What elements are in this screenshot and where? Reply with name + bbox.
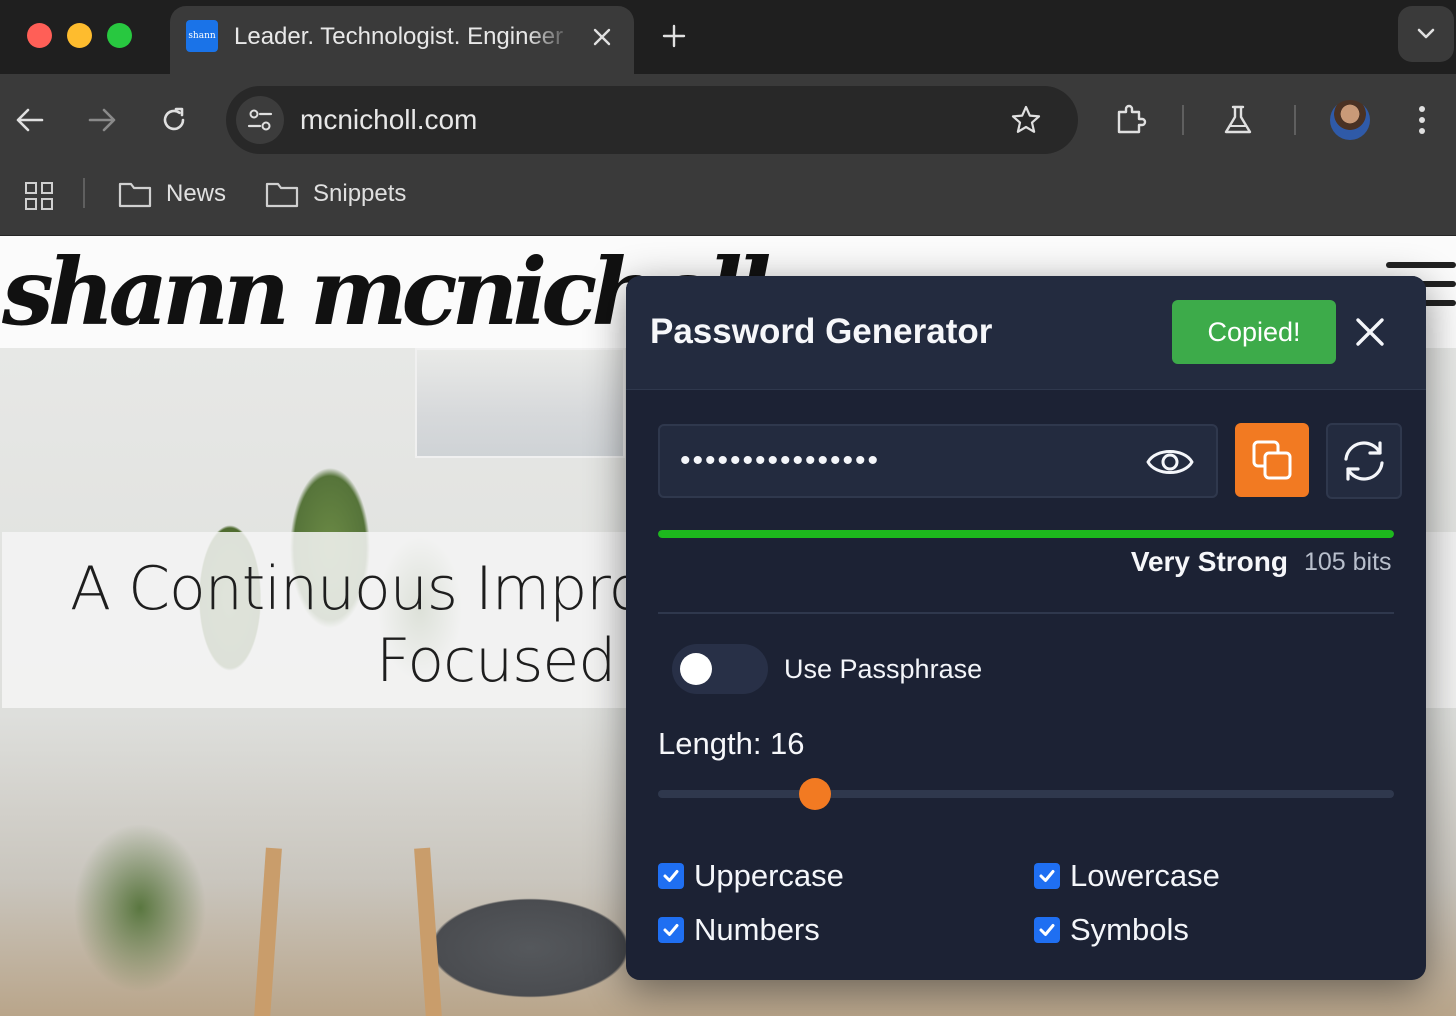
close-icon (1356, 318, 1384, 346)
tab-close-button[interactable] (584, 19, 620, 55)
hero-heading-line1: A Continuous Improve (70, 554, 716, 624)
numbers-checkbox[interactable] (658, 917, 684, 943)
regenerate-password-button[interactable] (1326, 423, 1402, 499)
plus-icon (662, 24, 686, 48)
site-favicon-icon: shann (186, 20, 218, 52)
eye-icon (1146, 450, 1194, 474)
bookmark-star-button[interactable] (1006, 100, 1046, 140)
more-vertical-icon (1419, 106, 1425, 134)
wall-painting (415, 348, 625, 458)
popup-header: Password Generator Copied! (626, 276, 1426, 390)
window-maximize-button[interactable] (107, 23, 132, 48)
folder-icon (265, 182, 299, 208)
length-slider[interactable] (658, 790, 1394, 798)
toolbar-separator (1182, 105, 1184, 135)
strength-meter (658, 530, 1394, 538)
toggle-visibility-button[interactable] (1146, 442, 1194, 482)
arrow-left-icon (16, 108, 44, 132)
tab-search-button[interactable] (1398, 6, 1454, 62)
labs-button[interactable] (1214, 96, 1262, 144)
site-info-button[interactable] (236, 96, 284, 144)
chevron-down-icon (1417, 28, 1435, 39)
browser-tab-active[interactable]: shann Leader. Technologist. Engineer (170, 6, 634, 74)
length-label: Length: 16 (658, 726, 805, 761)
copied-button[interactable]: Copied! (1172, 300, 1336, 364)
lowercase-checkbox[interactable] (1034, 863, 1060, 889)
new-tab-button[interactable] (654, 16, 694, 56)
table-leg (254, 847, 282, 1016)
section-divider (658, 612, 1394, 614)
passphrase-toggle[interactable] (672, 644, 768, 694)
copy-icon (1252, 440, 1292, 480)
puzzle-icon (1117, 104, 1147, 134)
folder-icon (118, 182, 152, 208)
option-uppercase[interactable]: Uppercase (658, 858, 844, 894)
length-slider-thumb[interactable] (798, 778, 831, 810)
check-icon (1039, 924, 1055, 936)
tune-icon (247, 109, 273, 131)
star-icon (1011, 105, 1041, 133)
option-label: Lowercase (1070, 858, 1220, 893)
toolbar-separator (1294, 105, 1296, 135)
tab-strip: shann Leader. Technologist. Engineer (0, 0, 1456, 74)
bookmark-label: News (166, 180, 227, 207)
window-minimize-button[interactable] (67, 23, 92, 48)
back-button[interactable] (6, 96, 54, 144)
check-icon (1039, 870, 1055, 882)
copy-password-button[interactable] (1235, 423, 1309, 497)
browser-menu-button[interactable] (1398, 96, 1446, 144)
apps-button[interactable] (22, 179, 56, 213)
bookmarks-bar: News Snippets (0, 166, 1456, 236)
entropy-bits: 105 bits (1304, 548, 1392, 576)
strength-meter-fill (658, 530, 1394, 538)
option-label: Numbers (694, 912, 820, 947)
bookmark-label: Snippets (313, 180, 407, 207)
option-label: Symbols (1070, 912, 1189, 947)
toggle-knob (680, 653, 712, 685)
tab-title: Leader. Technologist. Engineer (234, 23, 564, 50)
browser-toolbar: mcnicholl.com (0, 74, 1456, 166)
popup-close-button[interactable] (1350, 312, 1390, 352)
check-icon (663, 924, 679, 936)
arrow-right-icon (88, 108, 116, 132)
symbols-checkbox[interactable] (1034, 917, 1060, 943)
forward-button[interactable] (78, 96, 126, 144)
password-generator-popup: Password Generator Copied! •••••••••••••… (626, 276, 1426, 980)
address-bar[interactable]: mcnicholl.com (226, 86, 1078, 154)
option-numbers[interactable]: Numbers (658, 912, 820, 948)
option-symbols[interactable]: Symbols (1034, 912, 1189, 948)
reload-button[interactable] (150, 96, 198, 144)
table-leg (414, 847, 442, 1016)
bookmark-folder-snippets[interactable]: Snippets (265, 174, 406, 214)
passphrase-label: Use Passphrase (784, 654, 983, 684)
uppercase-checkbox[interactable] (658, 863, 684, 889)
window-close-button[interactable] (27, 23, 52, 48)
reload-icon (163, 107, 185, 131)
flask-icon (1224, 105, 1252, 134)
bookmarks-separator (83, 178, 85, 208)
profile-avatar[interactable] (1330, 100, 1370, 140)
bookmark-folder-news[interactable]: News (118, 174, 226, 214)
apps-grid-icon (25, 182, 53, 210)
password-masked-value: •••••••••••••••• (680, 444, 881, 477)
password-output-field[interactable]: •••••••••••••••• (658, 424, 1218, 498)
strength-label: Very Strong (1130, 546, 1288, 577)
extensions-button[interactable] (1107, 96, 1155, 144)
check-icon (663, 870, 679, 882)
url-text[interactable]: mcnicholl.com (300, 102, 477, 138)
option-lowercase[interactable]: Lowercase (1034, 858, 1220, 894)
close-icon (593, 28, 611, 46)
popup-title: Password Generator (650, 312, 993, 351)
option-label: Uppercase (694, 858, 844, 893)
refresh-icon (1344, 441, 1384, 481)
